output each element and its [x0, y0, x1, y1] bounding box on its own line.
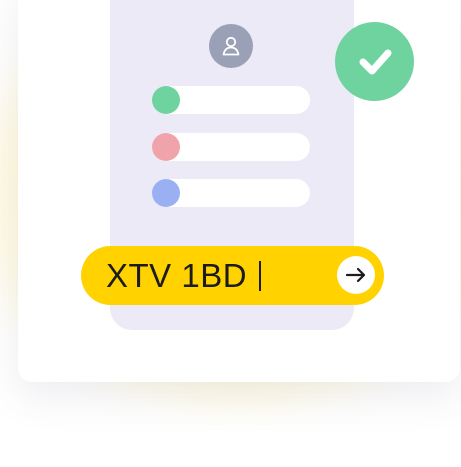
field-dot	[152, 179, 180, 207]
illustration-stage: XTV 1BD	[0, 0, 461, 467]
code-input-value[interactable]: XTV 1BD	[106, 256, 247, 296]
code-input-bar[interactable]: XTV 1BD	[81, 246, 384, 305]
field-dot	[152, 86, 180, 114]
avatar	[209, 24, 253, 68]
text-caret	[259, 261, 261, 291]
form-field-3[interactable]	[152, 179, 310, 207]
submit-button[interactable]	[337, 256, 375, 294]
form-field-1[interactable]	[152, 86, 310, 114]
success-badge	[335, 22, 414, 101]
user-icon	[222, 36, 240, 56]
field-dot	[152, 133, 180, 161]
form-field-2[interactable]	[152, 133, 310, 161]
check-icon	[359, 49, 391, 74]
arrow-right-icon	[345, 267, 366, 283]
